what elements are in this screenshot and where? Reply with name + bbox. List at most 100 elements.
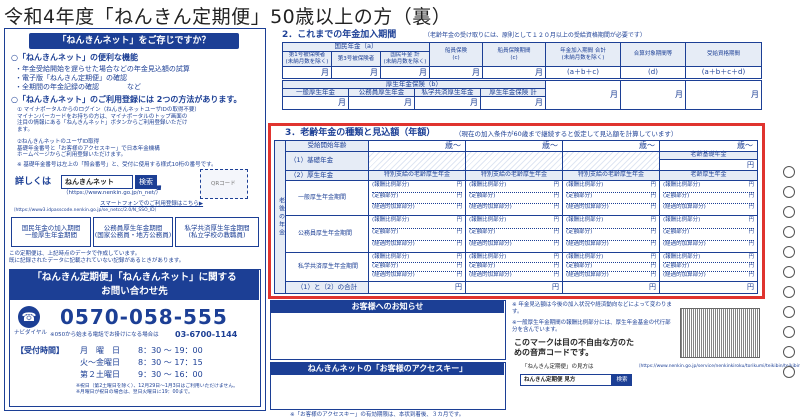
kosei-val-4: 月 — [480, 96, 546, 110]
phone-alt[interactable]: 03-6700-1144 — [175, 330, 237, 340]
contact-title: 「ねんきん定期便」「ねんきんネット」に関する お問い合わせ先 — [10, 270, 259, 300]
kanyu-formula: (a＋b＋c) — [545, 66, 621, 79]
ring-5 — [783, 246, 795, 258]
grid-cell-1: 国民年金の加入期間 一般厚生年金期間 — [11, 217, 91, 247]
sec3-table: 老後の年金 受給開始年齢 歳～ 歳～ 歳～ 歳～ （1）基礎年金 老齢基礎年金 … — [274, 140, 758, 294]
howto-search-box[interactable]: ねんきん定期便 見方 — [520, 374, 612, 386]
feature-2: ・電子版「ねんきん定期便」の確認 — [15, 74, 127, 82]
ring-9 — [783, 326, 795, 338]
phone-number[interactable]: 0570-058-555 — [60, 305, 228, 329]
jukyu-formula: (a＋b＋c＋d) — [685, 66, 762, 79]
access-key-box: ねんきんネットの「お客様のアクセスキー」 — [270, 362, 506, 410]
access-key-label: ねんきんネットの「お客様のアクセスキー」 — [271, 363, 504, 375]
access-key-note: ※「お客様のアクセスキー」の有効期限は、本状到着後、３カ月です。 — [290, 412, 465, 418]
notice-text-2: ※一般厚生年金期間の報酬比例部分には、厚生年金基金の代行部分を含んでいます。 — [512, 320, 671, 333]
access-note: ※ 基礎年金番号は左上の「照会番号」と、受付に使用する様式10桁の番号です。 — [17, 162, 217, 168]
methods-heading: ○「ねんきんネット」のご利用登録には 2つの方法があります。 — [11, 95, 242, 104]
method-2: ②ねんきんネットのユーザID取得 基礎年金番号と「お客様のアクセスキー」で日本年… — [17, 139, 160, 159]
method-1: ① マイナポータルからのログイン（ねんきんネットユーザIDの取得不要） マイナン… — [17, 107, 200, 133]
hours-label: 【受付時間】 — [16, 346, 64, 355]
k-col-2: 第3号被保険者 — [331, 51, 381, 67]
ring-11 — [783, 366, 795, 378]
howto-url: （https://www.nenkin.go.jp/service/nenkin… — [636, 364, 800, 369]
cell-1-1: (報酬比例部分) 円 (定額部分) 円 (経過的加算部分) 円 — [368, 180, 466, 216]
cell-2-4: (報酬比例部分) 円 (定額部分) 円 (経過的加算部分) 円 — [659, 215, 758, 253]
cell-3-3: (報酬比例部分) 円 (定額部分) 円 (経過的加算部分) 円 — [562, 252, 660, 282]
contact-box: 「ねんきん定期便」「ねんきんネット」に関する お問い合わせ先 ☎ ナビダイヤル … — [9, 269, 261, 407]
left-header: 「ねんきんネット」をご存じですか？ — [29, 33, 239, 49]
ship-val: 月 — [429, 66, 483, 79]
k-val-1: 月 — [282, 66, 332, 79]
funin-val: 月 — [482, 66, 546, 79]
howto-label: 「ねんきん定期便」の見方は — [522, 364, 594, 370]
ring-6 — [783, 266, 795, 278]
phone-note: ※050から始まる電話でお掛けになる場合は — [50, 332, 159, 338]
qr-code: QRコード — [200, 169, 248, 199]
howto-search-button[interactable]: 検索 — [612, 374, 632, 386]
ring-4 — [783, 226, 795, 238]
phone-link[interactable]: スマートフォンでのご利用登録はこちら▶ — [100, 201, 203, 208]
total-3: 円 — [562, 281, 660, 294]
kosei-val-2: 月 — [348, 96, 415, 110]
gosan-val: 月 — [620, 80, 686, 110]
jukyu-val: 月 — [685, 80, 762, 110]
hours-day-2: 火～金曜日 — [80, 358, 120, 367]
cell-1-3: (報酬比例部分) 円 (定額部分) 円 (経過的加算部分) 円 — [562, 180, 660, 216]
k-val-3: 月 — [380, 66, 430, 79]
ring-2 — [783, 186, 795, 198]
cell-1-4: (報酬比例部分) 円 (定額部分) 円 (経過的加算部分) 円 — [659, 180, 758, 216]
ring-1 — [783, 166, 795, 178]
ring-8 — [783, 306, 795, 318]
notice-title: お客様へのお知らせ — [271, 301, 504, 313]
left-note-bottom: この定期便は、上記時点のデータで作成しています。 既に記録されたデータに記載され… — [9, 251, 185, 264]
url-1: （https://www.nenkin.go.jp/n_net/） — [63, 190, 162, 196]
detail-label: 詳しくは — [15, 177, 52, 187]
search-box[interactable]: ねんきんネット — [61, 175, 133, 189]
left-panel: 「ねんきんネット」をご存じですか？ ○「ねんきんネット」の便利な機能 ・年金受給… — [4, 28, 266, 411]
hours-time-3: 9：30 ～ 16：00 — [138, 370, 203, 379]
cell-1-2: (報酬比例部分) 円 (定額部分) 円 (経過的加算部分) 円 — [465, 180, 563, 216]
url-2: （https://www3.idpasscode.nenkin.go.jp/se… — [11, 208, 160, 213]
feature-1: ・年金受給開始を遅らせた場合などの年金見込額の試算 — [15, 65, 190, 73]
cell-3-2: (報酬比例部分) 円 (定額部分) 円 (経過的加算部分) 円 — [465, 252, 563, 282]
howto-search-text: ねんきん定期便 見方 — [524, 377, 576, 383]
features-heading: ○「ねんきんネット」の便利な機能 — [11, 53, 138, 62]
funin-header: 船員保険期間 (c) — [482, 42, 546, 67]
voice-code-qr — [680, 308, 760, 358]
sec3-title: 3．老齢年金の種類と見込額（年額） — [285, 128, 436, 138]
gosan-header: 合算対象期間等 — [620, 42, 686, 67]
k-col-3: 国民年金 計 (未納月数を除く) — [380, 51, 430, 67]
feature-3: ・全期間の年金記録の確認 など — [15, 83, 141, 91]
cell-2-1: (報酬比例部分) 円 (定額部分) 円 (経過的加算部分) 円 — [368, 215, 466, 253]
gosan-formula: (d) — [620, 66, 686, 79]
cell-3-4: (報酬比例部分) 円 (定額部分) 円 (経過的加算部分) 円 — [659, 252, 758, 282]
total-1: 円 — [368, 281, 466, 294]
notice-box: お客様へのお知らせ — [270, 300, 506, 360]
kosei-val-1: 月 — [282, 96, 349, 110]
notice-text-1: ※ 年金見込額は今後の加入状況や経済動向などによって変わります。 — [512, 302, 672, 315]
ring-3 — [783, 206, 795, 218]
sec2-table: 国民年金（a） 第1号被保険者 (未納月数を除く) 第3号被保険者 国民年金 計… — [282, 42, 762, 112]
hours-note: ※祝日（第2土曜日を除く）、12月29日～1月3日はご利用いただけません。 ※月… — [76, 384, 238, 395]
cell-2-2: (報酬比例部分) 円 (定額部分) 円 (経過的加算部分) 円 — [465, 215, 563, 253]
ship-header: 船員保険 (c) — [429, 42, 483, 67]
cell-3-1: (報酬比例部分) 円 (定額部分) 円 (経過的加算部分) 円 — [368, 252, 466, 282]
hours-time-2: 8：30 ～ 17：15 — [138, 358, 203, 367]
brand-label: ナビダイヤル — [14, 330, 47, 336]
qr-label: QRコード — [211, 181, 236, 187]
grid-cell-2: 公務員厚生年金期間 (国家公務員・地方公務員) — [93, 217, 173, 247]
search-text: ねんきんネット — [65, 178, 114, 186]
total-2: 円 — [465, 281, 563, 294]
ring-10 — [783, 346, 795, 358]
hours-day-3: 第２土曜日 — [80, 370, 120, 379]
sec3-cells: (報酬比例部分) 円 (定額部分) 円 (経過的加算部分) 円 (報酬比例部分) 円 (… — [274, 140, 758, 294]
k-val-2: 月 — [331, 66, 381, 79]
jukyu-header: 受給資格期間 — [685, 42, 762, 67]
ring-7 — [783, 286, 795, 298]
sec2-title: 2．これまでの年金加入期間 — [282, 30, 397, 40]
total-4: 円 — [659, 281, 758, 294]
hours-time-1: 8：30 ～ 19：00 — [138, 346, 203, 355]
grid-cell-3: 私学共済厚生年金期間 (私立学校の教職員) — [175, 217, 259, 247]
total-label: （1）と（2）の合計 — [285, 281, 369, 294]
kosei-val-3: 月 — [414, 96, 481, 110]
